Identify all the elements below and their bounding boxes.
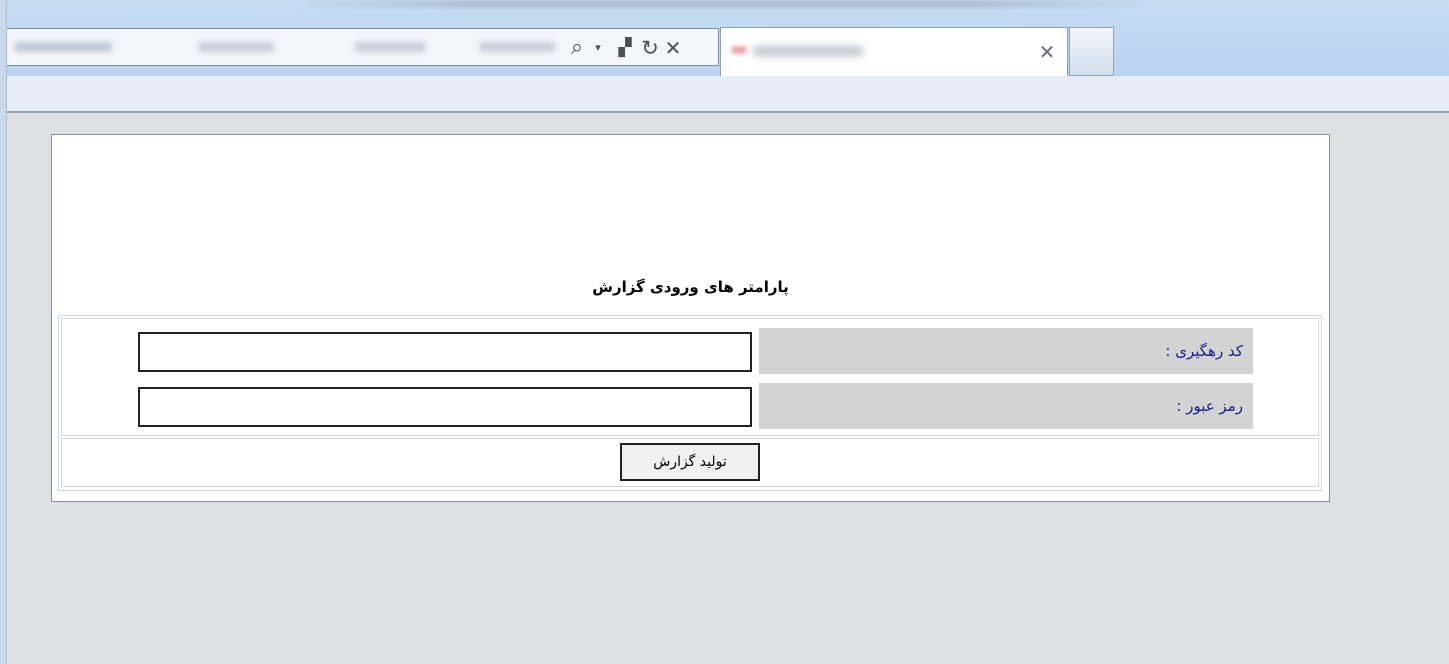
window-title-bar bbox=[295, 0, 1150, 8]
password-label: رمز عبور : bbox=[759, 383, 1253, 429]
chevron-down-icon[interactable]: ▾ bbox=[591, 33, 605, 63]
command-bar bbox=[0, 76, 1449, 113]
refresh-icon[interactable]: ↻ bbox=[638, 33, 662, 63]
search-icon[interactable]: ⌕ bbox=[565, 33, 589, 63]
address-bar[interactable]: ⌕ ▾ ▞ ↻ ✕ bbox=[4, 28, 719, 66]
tracking-code-field[interactable] bbox=[138, 332, 752, 372]
parameters-fields: کد رهگیری : رمز عبور : bbox=[61, 318, 1319, 436]
form-heading: پارامتر های ورودی گزارش bbox=[592, 278, 789, 296]
window-left-border bbox=[0, 0, 7, 664]
close-icon[interactable]: ✕ bbox=[661, 33, 685, 63]
favicon-icon bbox=[731, 46, 747, 54]
password-field[interactable] bbox=[138, 387, 752, 427]
generate-report-button[interactable]: تولید گزارش bbox=[620, 443, 760, 481]
report-form-panel: پارامتر های ورودی گزارش کد رهگیری : رمز … bbox=[51, 134, 1330, 502]
compatibility-view-icon[interactable]: ▞ bbox=[613, 33, 637, 63]
browser-tab[interactable]: ✕ bbox=[720, 27, 1068, 76]
close-icon[interactable]: ✕ bbox=[1037, 40, 1057, 64]
browser-toolbar: ⌕ ▾ ▞ ↻ ✕ ✕ bbox=[0, 0, 1449, 76]
parameters-table: کد رهگیری : رمز عبور : تولید گزارش bbox=[58, 315, 1322, 491]
submit-row: تولید گزارش bbox=[61, 438, 1319, 487]
new-tab-button[interactable] bbox=[1069, 27, 1114, 76]
tracking-code-label: کد رهگیری : bbox=[759, 328, 1253, 374]
address-url[interactable] bbox=[15, 42, 555, 52]
tab-title bbox=[753, 46, 863, 56]
